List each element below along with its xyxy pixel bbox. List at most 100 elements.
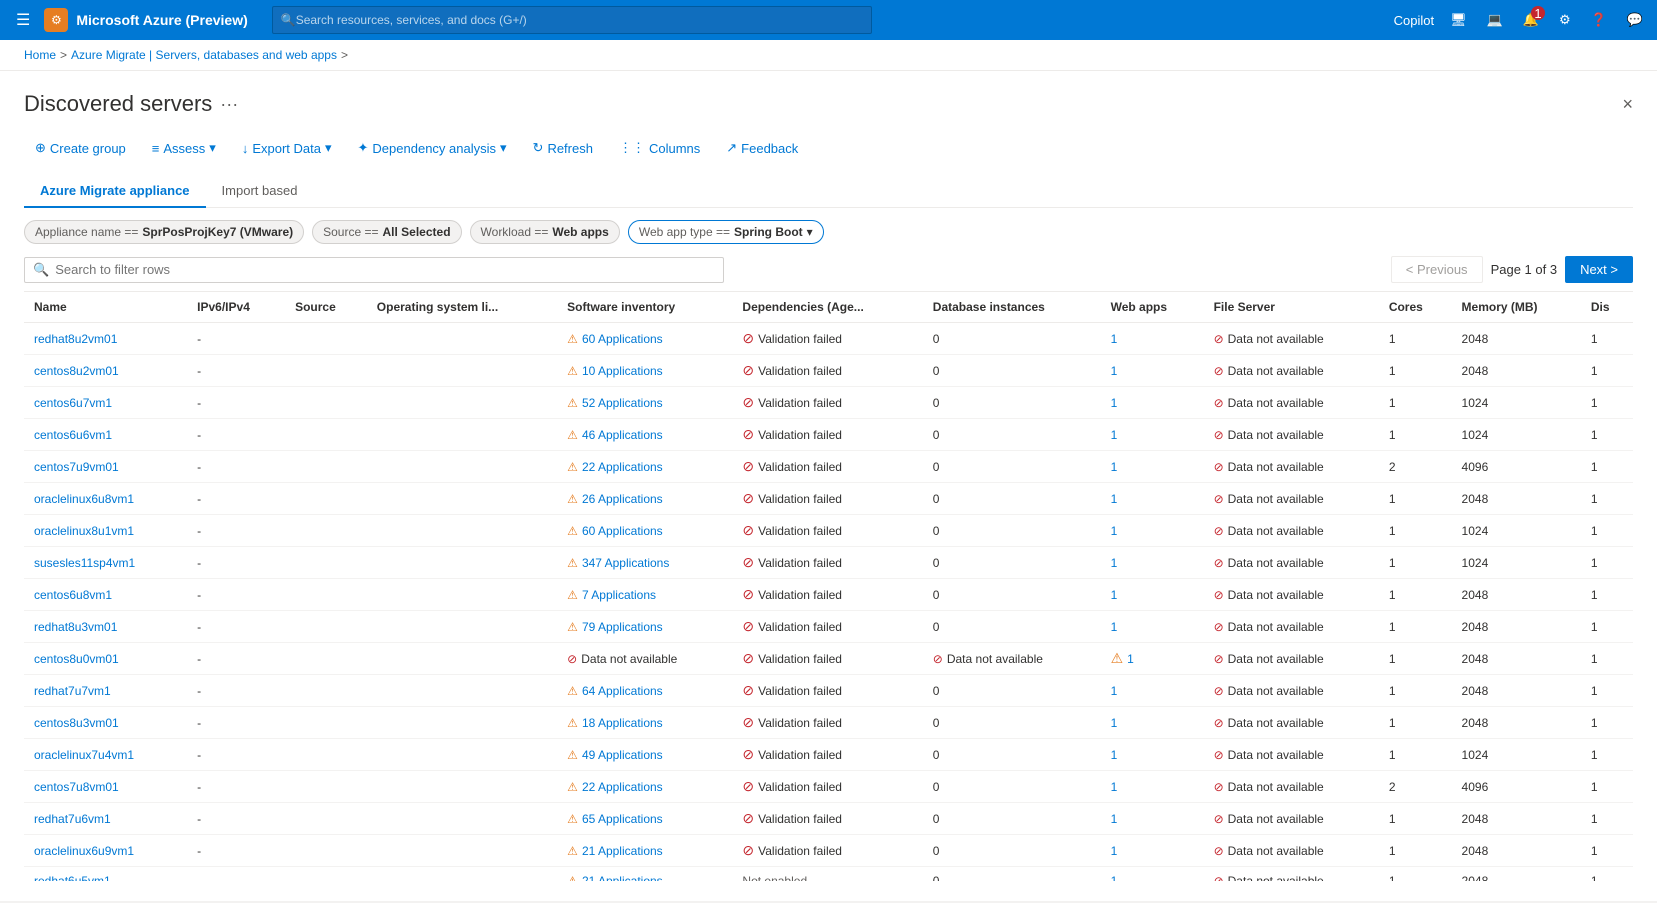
help-icon[interactable]: ❓ [1587,8,1611,32]
cell-name[interactable]: susesles11sp4vm1 [24,547,187,579]
webapps-link[interactable]: 1 [1127,652,1134,666]
hamburger-menu-icon[interactable]: ☰ [10,6,36,34]
cell-software-inventory[interactable]: ⚠60 Applications [557,515,732,547]
software-count-link[interactable]: 26 Applications [582,492,663,506]
software-count-link[interactable]: 60 Applications [582,524,663,538]
server-name-link[interactable]: centos7u9vm01 [34,460,119,474]
server-name-link[interactable]: oraclelinux6u8vm1 [34,492,134,506]
next-page-button[interactable]: Next > [1565,256,1633,283]
webapps-link[interactable]: 1 [1111,780,1118,794]
cell-software-inventory[interactable]: ⊘Data not available [557,643,732,675]
cell-name[interactable]: centos8u0vm01 [24,643,187,675]
cell-name[interactable]: redhat8u3vm01 [24,611,187,643]
cell-name[interactable]: centos8u2vm01 [24,355,187,387]
software-count-link[interactable]: 21 Applications [582,874,663,881]
cell-name[interactable]: centos7u9vm01 [24,451,187,483]
server-name-link[interactable]: centos8u0vm01 [34,652,119,666]
filter-source[interactable]: Source == All Selected [312,220,461,244]
software-count-link[interactable]: 65 Applications [582,812,663,826]
settings-icon[interactable]: ⚙ [1555,8,1575,32]
close-button[interactable]: × [1622,94,1633,115]
software-count-link[interactable]: 52 Applications [582,396,663,410]
cell-name[interactable]: redhat6u5vm1 [24,867,187,882]
cell-software-inventory[interactable]: ⚠347 Applications [557,547,732,579]
cell-software-inventory[interactable]: ⚠22 Applications [557,451,732,483]
cell-web-apps[interactable]: 1 [1101,835,1204,867]
software-count-link[interactable]: 22 Applications [582,780,663,794]
refresh-button[interactable]: ↻ Refresh [522,133,604,163]
webapps-link[interactable]: 1 [1111,588,1118,602]
copilot-button[interactable]: Copilot [1394,13,1434,28]
cell-web-apps[interactable]: 1 [1101,867,1204,882]
tab-import-based[interactable]: Import based [206,175,314,208]
server-name-link[interactable]: oraclelinux6u9vm1 [34,844,134,858]
webapps-link[interactable]: 1 [1111,844,1118,858]
cell-name[interactable]: redhat7u6vm1 [24,803,187,835]
columns-button[interactable]: ⋮⋮ Columns [608,133,711,163]
software-count-link[interactable]: 10 Applications [582,364,663,378]
server-name-link[interactable]: susesles11sp4vm1 [34,556,135,570]
cell-web-apps[interactable]: 1 [1101,515,1204,547]
cell-web-apps[interactable]: 1 [1101,771,1204,803]
cell-software-inventory[interactable]: ⚠49 Applications [557,739,732,771]
webapps-link[interactable]: 1 [1111,396,1118,410]
cell-web-apps[interactable]: 1 [1101,739,1204,771]
cell-web-apps[interactable]: 1 [1101,803,1204,835]
assess-button[interactable]: ≡ Assess ▾ [141,133,227,163]
webapps-link[interactable]: 1 [1111,428,1118,442]
webapps-link[interactable]: 1 [1111,460,1118,474]
cell-software-inventory[interactable]: ⚠60 Applications [557,323,732,355]
software-count-link[interactable]: 7 Applications [582,588,656,602]
export-data-button[interactable]: ↓ Export Data ▾ [231,133,343,163]
webapps-link[interactable]: 1 [1111,812,1118,826]
webapps-link[interactable]: 1 [1111,364,1118,378]
cell-software-inventory[interactable]: ⚠46 Applications [557,419,732,451]
server-name-link[interactable]: redhat6u5vm1 [34,874,111,881]
cell-name[interactable]: oraclelinux6u9vm1 [24,835,187,867]
cell-software-inventory[interactable]: ⚠79 Applications [557,611,732,643]
cell-software-inventory[interactable]: ⚠7 Applications [557,579,732,611]
software-count-link[interactable]: 21 Applications [582,844,663,858]
cell-name[interactable]: redhat8u2vm01 [24,323,187,355]
dependency-analysis-button[interactable]: ✦ Dependency analysis ▾ [347,133,518,163]
cloud-shell-icon[interactable]: 💻 [1483,8,1507,32]
cell-software-inventory[interactable]: ⚠21 Applications [557,835,732,867]
software-count-link[interactable]: 18 Applications [582,716,663,730]
breadcrumb-parent-link[interactable]: Azure Migrate | Servers, databases and w… [71,48,337,62]
cell-web-apps[interactable]: 1 [1101,611,1204,643]
tab-azure-migrate-appliance[interactable]: Azure Migrate appliance [24,175,206,208]
webapps-link[interactable]: 1 [1111,874,1118,881]
data-table-container[interactable]: Name IPv6/IPv4 Source Operating system l… [24,291,1633,881]
software-count-link[interactable]: 22 Applications [582,460,663,474]
cell-name[interactable]: oraclelinux7u4vm1 [24,739,187,771]
feedback-button[interactable]: ↗ Feedback [715,133,809,163]
cell-web-apps[interactable]: 1 [1101,675,1204,707]
cell-web-apps[interactable]: 1 [1101,419,1204,451]
webapps-link[interactable]: 1 [1111,492,1118,506]
global-search-box[interactable]: 🔍 Search resources, services, and docs (… [272,6,872,34]
cell-name[interactable]: centos6u8vm1 [24,579,187,611]
server-name-link[interactable]: centos6u6vm1 [34,428,112,442]
filter-appliance-name[interactable]: Appliance name == SprPosProjKey7 (VMware… [24,220,304,244]
software-count-link[interactable]: 347 Applications [582,556,669,570]
cell-name[interactable]: centos6u6vm1 [24,419,187,451]
server-name-link[interactable]: centos7u8vm01 [34,780,119,794]
filter-web-app-type[interactable]: Web app type == Spring Boot ▾ [628,220,824,244]
server-name-link[interactable]: centos6u7vm1 [34,396,112,410]
cell-software-inventory[interactable]: ⚠52 Applications [557,387,732,419]
cell-name[interactable]: redhat7u7vm1 [24,675,187,707]
page-title-more-options[interactable]: ··· [220,94,238,115]
cell-name[interactable]: centos7u8vm01 [24,771,187,803]
cell-name[interactable]: oraclelinux6u8vm1 [24,483,187,515]
server-name-link[interactable]: centos8u3vm01 [34,716,119,730]
cell-software-inventory[interactable]: ⚠65 Applications [557,803,732,835]
server-name-link[interactable]: oraclelinux7u4vm1 [34,748,134,762]
breadcrumb-home-link[interactable]: Home [24,48,56,62]
software-count-link[interactable]: 46 Applications [582,428,663,442]
feedback-icon[interactable]: 💬 [1623,8,1647,32]
cell-web-apps[interactable]: 1 [1101,323,1204,355]
cell-software-inventory[interactable]: ⚠22 Applications [557,771,732,803]
cell-web-apps[interactable]: 1 [1101,483,1204,515]
webapps-link[interactable]: 1 [1111,684,1118,698]
cell-software-inventory[interactable]: ⚠26 Applications [557,483,732,515]
